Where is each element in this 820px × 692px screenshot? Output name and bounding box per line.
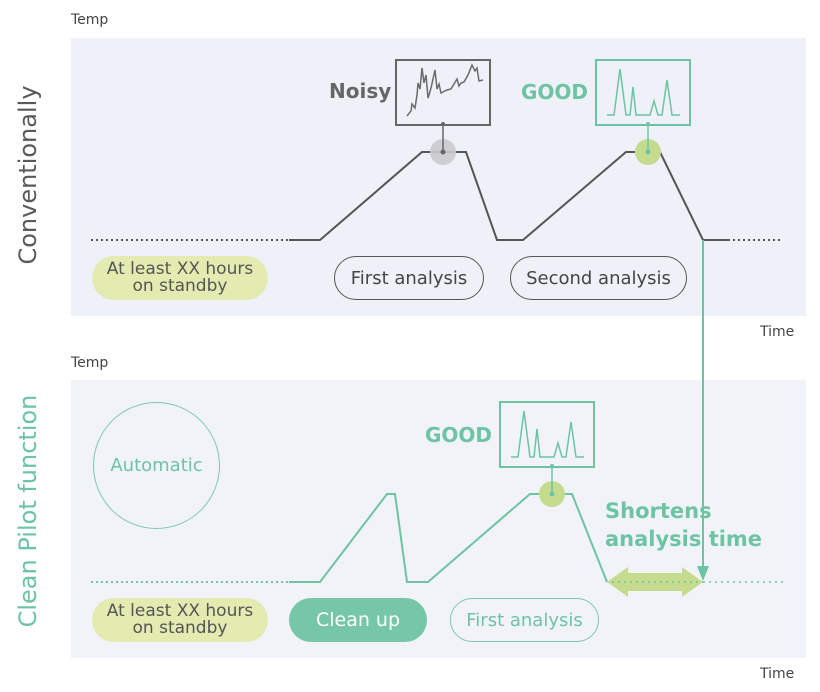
shortens-line1: Shortens [605, 499, 712, 523]
noisy-label: Noisy [329, 79, 392, 103]
standby-line2: on standby [132, 618, 228, 638]
down-arrow-head [697, 566, 709, 581]
automatic-circle: Automatic [93, 402, 220, 529]
diagram-graphics [91, 59, 785, 597]
good-chromatogram-trace-top [607, 68, 680, 116]
first-analysis-pill-top: First analysis [334, 256, 484, 300]
good-label-bottom: GOOD [425, 423, 493, 447]
standby-pill-bottom: At least XX hours on standby [92, 598, 268, 642]
good-chromatogram-trace-bottom [511, 410, 584, 458]
clean-up-pill: Clean up [289, 598, 427, 642]
shortens-line2: analysis time [605, 527, 763, 551]
first-analysis-pill-bottom: First analysis [450, 598, 599, 642]
standby-line2: on standby [132, 276, 228, 296]
noisy-chromatogram-trace [406, 63, 484, 117]
shortens-analysis-time-label: Shortens analysis time [605, 497, 762, 553]
bottom-temperature-profile [289, 493, 608, 583]
automatic-label: Automatic [110, 455, 203, 476]
top-temperature-profile [289, 151, 728, 241]
second-analysis-pill: Second analysis [510, 256, 687, 300]
standby-pill-top: At least XX hours on standby [92, 256, 268, 300]
good-label-top: GOOD [521, 80, 589, 104]
